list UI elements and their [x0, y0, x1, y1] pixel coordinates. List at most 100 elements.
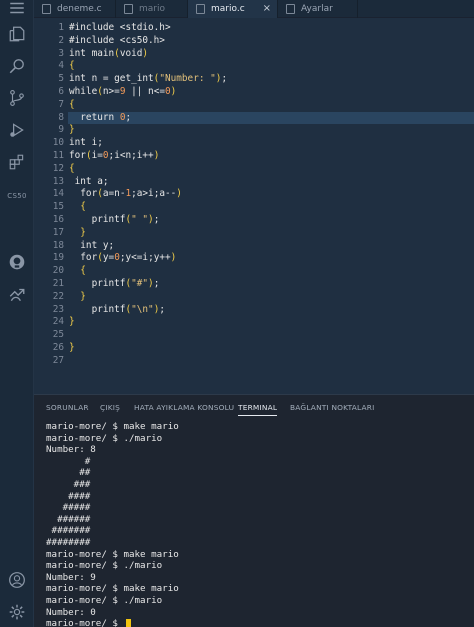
terminal-text: #####	[46, 502, 91, 514]
menu-icon[interactable]	[0, 0, 34, 16]
code-line[interactable]	[68, 329, 474, 342]
code-line[interactable]: }	[68, 227, 474, 240]
extensions-icon[interactable]	[0, 148, 34, 176]
line-number: 27	[52, 354, 64, 366]
terminal-text: mario-more/ $ ./mario	[46, 560, 163, 572]
code-line[interactable]: {	[68, 99, 474, 112]
code-line[interactable]: int n = get_int("Number: ");	[68, 73, 474, 86]
line-number-gutter: 1 2 3 4 5 6 7 8 9 10 11 12 13 14 15 16 17 18 19 20 21 22 23 24 2…	[34, 18, 68, 394]
terminal-line: mario-more/ $ make mario	[46, 583, 466, 595]
terminal-line: ##	[46, 467, 466, 479]
github-icon[interactable]	[0, 248, 34, 276]
terminal-line: #	[46, 456, 466, 468]
tab-output[interactable]: ÇIKIŞ	[100, 403, 120, 412]
tab-deneme-c[interactable]: deneme.c	[34, 0, 116, 18]
code-line[interactable]: for(i=0;i<n;i++)	[68, 150, 474, 163]
code-line[interactable]: int i;	[68, 137, 474, 150]
line-number: 9	[58, 124, 64, 136]
terminal-line: ####	[46, 491, 466, 503]
line-number: 19	[52, 252, 64, 264]
line-number: 24	[52, 316, 64, 328]
remote-icon[interactable]	[0, 280, 34, 308]
code-line[interactable]: int y;	[68, 240, 474, 253]
cs50-icon[interactable]: CS50	[0, 182, 34, 210]
code-line[interactable]: printf("\n");	[68, 304, 474, 317]
tab-label: deneme.c	[57, 4, 102, 14]
tab-ayarlar[interactable]: Ayarlar	[278, 0, 358, 18]
code-line[interactable]: #include <stdio.h>	[68, 22, 474, 35]
terminal-line: ######	[46, 514, 466, 526]
line-number: 15	[52, 201, 64, 213]
code-line[interactable]: int main(void)	[68, 48, 474, 61]
line-number: 3	[58, 47, 64, 59]
code-line[interactable]: }	[68, 291, 474, 304]
settings-icon[interactable]	[0, 598, 34, 626]
tab-problems[interactable]: SORUNLAR	[46, 403, 89, 412]
panel-tabs: SORUNLAR ÇIKIŞ HATA AYIKLAMA KONSOLU TER…	[34, 395, 474, 421]
code-line[interactable]: printf("#");	[68, 278, 474, 291]
code-line[interactable]: while(n>=9 || n<=0)	[68, 86, 474, 99]
file-icon	[42, 4, 51, 14]
tab-debug-console[interactable]: HATA AYIKLAMA KONSOLU	[134, 403, 234, 412]
terminal[interactable]: mario-more/ $ make mario mario-more/ $ ./…	[46, 421, 466, 627]
line-number: 10	[52, 137, 64, 149]
tab-mario-c[interactable]: mario.c ×	[188, 0, 278, 18]
terminal-text: ##	[46, 467, 91, 479]
code-line[interactable]: return 0;	[68, 111, 474, 125]
code-line[interactable]: {	[68, 265, 474, 278]
tab-mario[interactable]: mario	[116, 0, 188, 18]
code-line[interactable]: }	[68, 342, 474, 355]
terminal-text: mario-more/ $ ./mario	[46, 432, 163, 444]
line-number: 7	[58, 98, 64, 110]
terminal-text: mario-more/ $ ./mario	[46, 594, 163, 606]
code-line[interactable]: printf(" ");	[68, 214, 474, 227]
code-line[interactable]: {	[68, 163, 474, 176]
close-icon[interactable]: ×	[263, 3, 271, 14]
code-line[interactable]: for(a=n-1;a>i;a--)	[68, 188, 474, 201]
code-area[interactable]: #include <stdio.h> #include <cs50.h> int m…	[68, 18, 474, 394]
account-icon[interactable]	[0, 566, 34, 594]
code-editor[interactable]: 1 2 3 4 5 6 7 8 9 10 11 12 13 14 15 16 17 18 19 20 21 22 23 24 2…	[34, 18, 474, 394]
explorer-icon[interactable]	[0, 20, 34, 48]
search-icon[interactable]	[0, 52, 34, 80]
terminal-text: Number: 8	[46, 444, 96, 456]
line-number: 1	[58, 22, 64, 33]
run-debug-icon[interactable]	[0, 116, 34, 144]
line-number: 2	[58, 34, 64, 46]
line-number: 18	[52, 239, 64, 251]
terminal-text: ########	[46, 536, 91, 548]
code-line[interactable]: }	[68, 316, 474, 329]
code-line[interactable]: {	[68, 201, 474, 214]
terminal-text: Number: 0	[46, 606, 96, 618]
line-number: 8	[58, 111, 64, 123]
terminal-text: mario-more/ $	[46, 618, 124, 627]
code-line[interactable]: {	[68, 60, 474, 73]
line-number: 5	[58, 73, 64, 85]
settings-file-icon	[286, 4, 295, 14]
bottom-panel: SORUNLAR ÇIKIŞ HATA AYIKLAMA KONSOLU TER…	[34, 394, 474, 627]
file-icon	[124, 4, 133, 14]
terminal-text: ####	[46, 490, 91, 502]
line-number: 4	[58, 60, 64, 72]
line-number: 13	[52, 175, 64, 187]
line-number: 23	[52, 303, 64, 315]
terminal-line: mario-more/ $ ./mario	[46, 433, 466, 445]
terminal-line: ########	[46, 537, 466, 549]
tab-ports[interactable]: BAĞLANTI NOKTALARI	[290, 403, 375, 412]
activity-bar: CS50	[0, 0, 34, 627]
terminal-text: mario-more/ $ make mario	[46, 421, 179, 432]
source-control-icon[interactable]	[0, 84, 34, 112]
terminal-line: #######	[46, 525, 466, 537]
line-number: 17	[52, 226, 64, 238]
tab-label: mario	[139, 4, 165, 14]
tab-label: Ayarlar	[301, 4, 333, 14]
code-line[interactable]: }	[68, 124, 474, 137]
tab-terminal[interactable]: TERMINAL	[238, 403, 278, 416]
line-number: 22	[52, 290, 64, 302]
code-line[interactable]: int a;	[68, 176, 474, 189]
code-line[interactable]	[68, 355, 474, 368]
terminal-line: mario-more/ $ make mario	[46, 421, 466, 433]
terminal-line: #####	[46, 502, 466, 514]
code-line[interactable]: for(y=0;y<=i;y++)	[68, 252, 474, 265]
code-line[interactable]: #include <cs50.h>	[68, 35, 474, 48]
